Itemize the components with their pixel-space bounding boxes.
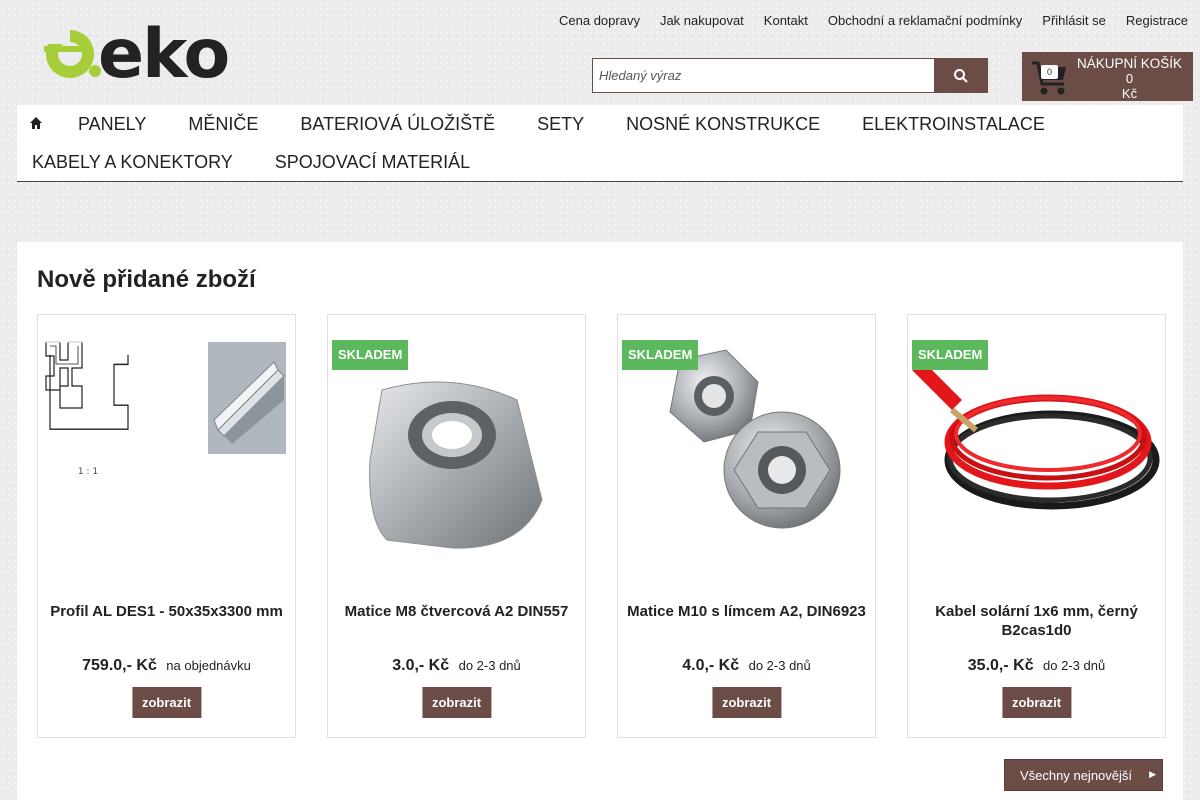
product-card[interactable]: 1 : 1 Profil AL DES1 - 50x35x3300 mm 759… bbox=[37, 314, 296, 738]
nav-sets[interactable]: SETY bbox=[516, 114, 605, 135]
nav-fasteners[interactable]: SPOJOVACÍ MATERIÁL bbox=[254, 152, 491, 173]
view-product-button[interactable]: zobrazit bbox=[1001, 687, 1072, 718]
view-product-button[interactable]: zobrazit bbox=[421, 687, 492, 718]
top-links: Cena dopravy Jak nakupovat Kontakt Obcho… bbox=[539, 13, 1188, 28]
in-stock-badge: SKLADEM bbox=[622, 340, 699, 370]
logo-text: eko bbox=[98, 22, 228, 82]
search-bar bbox=[592, 58, 988, 93]
in-stock-badge: SKLADEM bbox=[332, 340, 409, 370]
nav-mounting-structures[interactable]: NOSNÉ KONSTRUKCE bbox=[605, 114, 841, 135]
product-image-solar-cable[interactable] bbox=[912, 340, 1162, 590]
main-navigation: PANELY MĚNIČE BATERIOVÁ ÚLOŽIŠTĚ SETY NO… bbox=[17, 105, 1183, 182]
product-price: 35.0,- Kč bbox=[967, 657, 1034, 674]
product-availability: do 2-3 dnů bbox=[1043, 658, 1106, 673]
cart-icon: 0 bbox=[1030, 58, 1070, 98]
nav-cables-connectors[interactable]: KABELY A KONEKTORY bbox=[17, 152, 254, 173]
product-list: 1 : 1 Profil AL DES1 - 50x35x3300 mm 759… bbox=[37, 314, 1166, 738]
search-input[interactable] bbox=[592, 58, 934, 93]
nav-home[interactable] bbox=[17, 114, 57, 135]
home-icon bbox=[30, 116, 42, 129]
product-card[interactable]: SKLADEM Kabel solární 1x6 mm, černý B2ca… bbox=[907, 314, 1166, 738]
search-icon bbox=[954, 68, 968, 83]
product-image-flange-nut[interactable] bbox=[622, 340, 872, 590]
product-price: 4.0,- Kč bbox=[682, 657, 740, 674]
profile-scale-label: 1 : 1 bbox=[78, 467, 98, 477]
main-content: Nově přidané zboží 1 : 1 Profil AL DES1 … bbox=[17, 242, 1183, 800]
product-name[interactable]: Matice M10 s límcem A2, DIN6923 bbox=[626, 602, 867, 621]
product-price: 759.0,- Kč bbox=[82, 657, 157, 674]
search-button[interactable] bbox=[934, 58, 988, 93]
all-newest-button[interactable]: Všechny nejnovější ▶ bbox=[1004, 759, 1163, 791]
cart-amount: 0 bbox=[1125, 70, 1134, 86]
cart-label: NÁKUPNÍ KOŠÍK bbox=[1076, 55, 1183, 71]
product-name[interactable]: Profil AL DES1 - 50x35x3300 mm bbox=[46, 602, 287, 621]
view-product-button[interactable]: zobrazit bbox=[131, 687, 202, 718]
nav-battery-storage[interactable]: BATERIOVÁ ÚLOŽIŠTĚ bbox=[279, 114, 516, 135]
product-price: 3.0,- Kč bbox=[392, 657, 450, 674]
link-how-to-buy[interactable]: Jak nakupovat bbox=[660, 13, 744, 28]
link-register[interactable]: Registrace bbox=[1126, 13, 1188, 28]
site-logo[interactable]: eko bbox=[40, 22, 266, 82]
link-shipping-price[interactable]: Cena dopravy bbox=[559, 13, 640, 28]
link-contact[interactable]: Kontakt bbox=[764, 13, 808, 28]
product-name[interactable]: Kabel solární 1x6 mm, černý B2cas1d0 bbox=[916, 602, 1157, 640]
product-availability: do 2-3 dnů bbox=[748, 658, 811, 673]
cart-currency: Kč bbox=[1121, 85, 1138, 101]
link-terms[interactable]: Obchodní a reklamační podmínky bbox=[828, 13, 1022, 28]
view-product-button[interactable]: zobrazit bbox=[711, 687, 782, 718]
cart-count-badge: 0 bbox=[1041, 64, 1058, 79]
section-title: Nově přidané zboží bbox=[37, 266, 256, 293]
product-card[interactable]: SKLADEM Matice M10 s límcem A2, DIN6923 … bbox=[617, 314, 876, 738]
nav-inverters[interactable]: MĚNIČE bbox=[167, 114, 279, 135]
product-availability: na objednávku bbox=[166, 658, 251, 673]
product-name[interactable]: Matice M8 čtvercová A2 DIN557 bbox=[336, 602, 577, 621]
product-image-profile[interactable]: 1 : 1 bbox=[42, 340, 292, 590]
nav-electrical-installation[interactable]: ELEKTROINSTALACE bbox=[841, 114, 1066, 135]
product-image-square-nut[interactable] bbox=[332, 340, 582, 590]
in-stock-badge: SKLADEM bbox=[912, 340, 989, 370]
product-availability: do 2-3 dnů bbox=[458, 658, 521, 673]
all-newest-label: Všechny nejnovější bbox=[1020, 767, 1133, 783]
shopping-cart[interactable]: 0 NÁKUPNÍ KOŠÍK 0 Kč bbox=[1022, 52, 1193, 101]
product-card[interactable]: SKLADEM Matice M8 čtvercová A2 DIN557 3.… bbox=[327, 314, 586, 738]
chevron-right-icon: ▶ bbox=[1149, 769, 1156, 779]
nav-panels[interactable]: PANELY bbox=[57, 114, 167, 135]
link-login[interactable]: Přihlásit se bbox=[1042, 13, 1106, 28]
